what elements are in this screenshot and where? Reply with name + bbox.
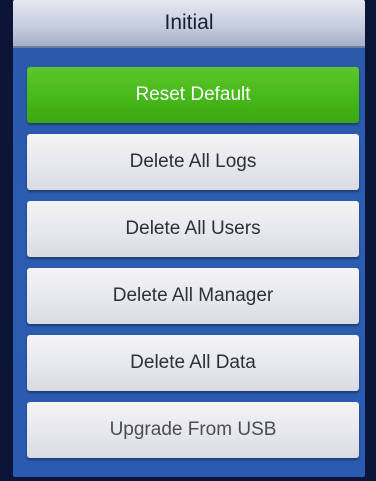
delete-all-logs-button[interactable]: Delete All Logs (27, 134, 359, 190)
lcd-screen: Initial Reset Default Delete All Logs De… (13, 0, 365, 477)
reset-default-button[interactable]: Reset Default (27, 67, 359, 123)
delete-all-data-button[interactable]: Delete All Data (27, 335, 359, 391)
page-title: Initial (164, 11, 214, 34)
device-frame: Initial Reset Default Delete All Logs De… (0, 0, 376, 481)
upgrade-from-usb-button[interactable]: Upgrade From USB (27, 402, 359, 458)
delete-all-users-button[interactable]: Delete All Users (27, 201, 359, 257)
delete-all-manager-button[interactable]: Delete All Manager (27, 268, 359, 324)
title-bar: Initial (13, 0, 365, 48)
